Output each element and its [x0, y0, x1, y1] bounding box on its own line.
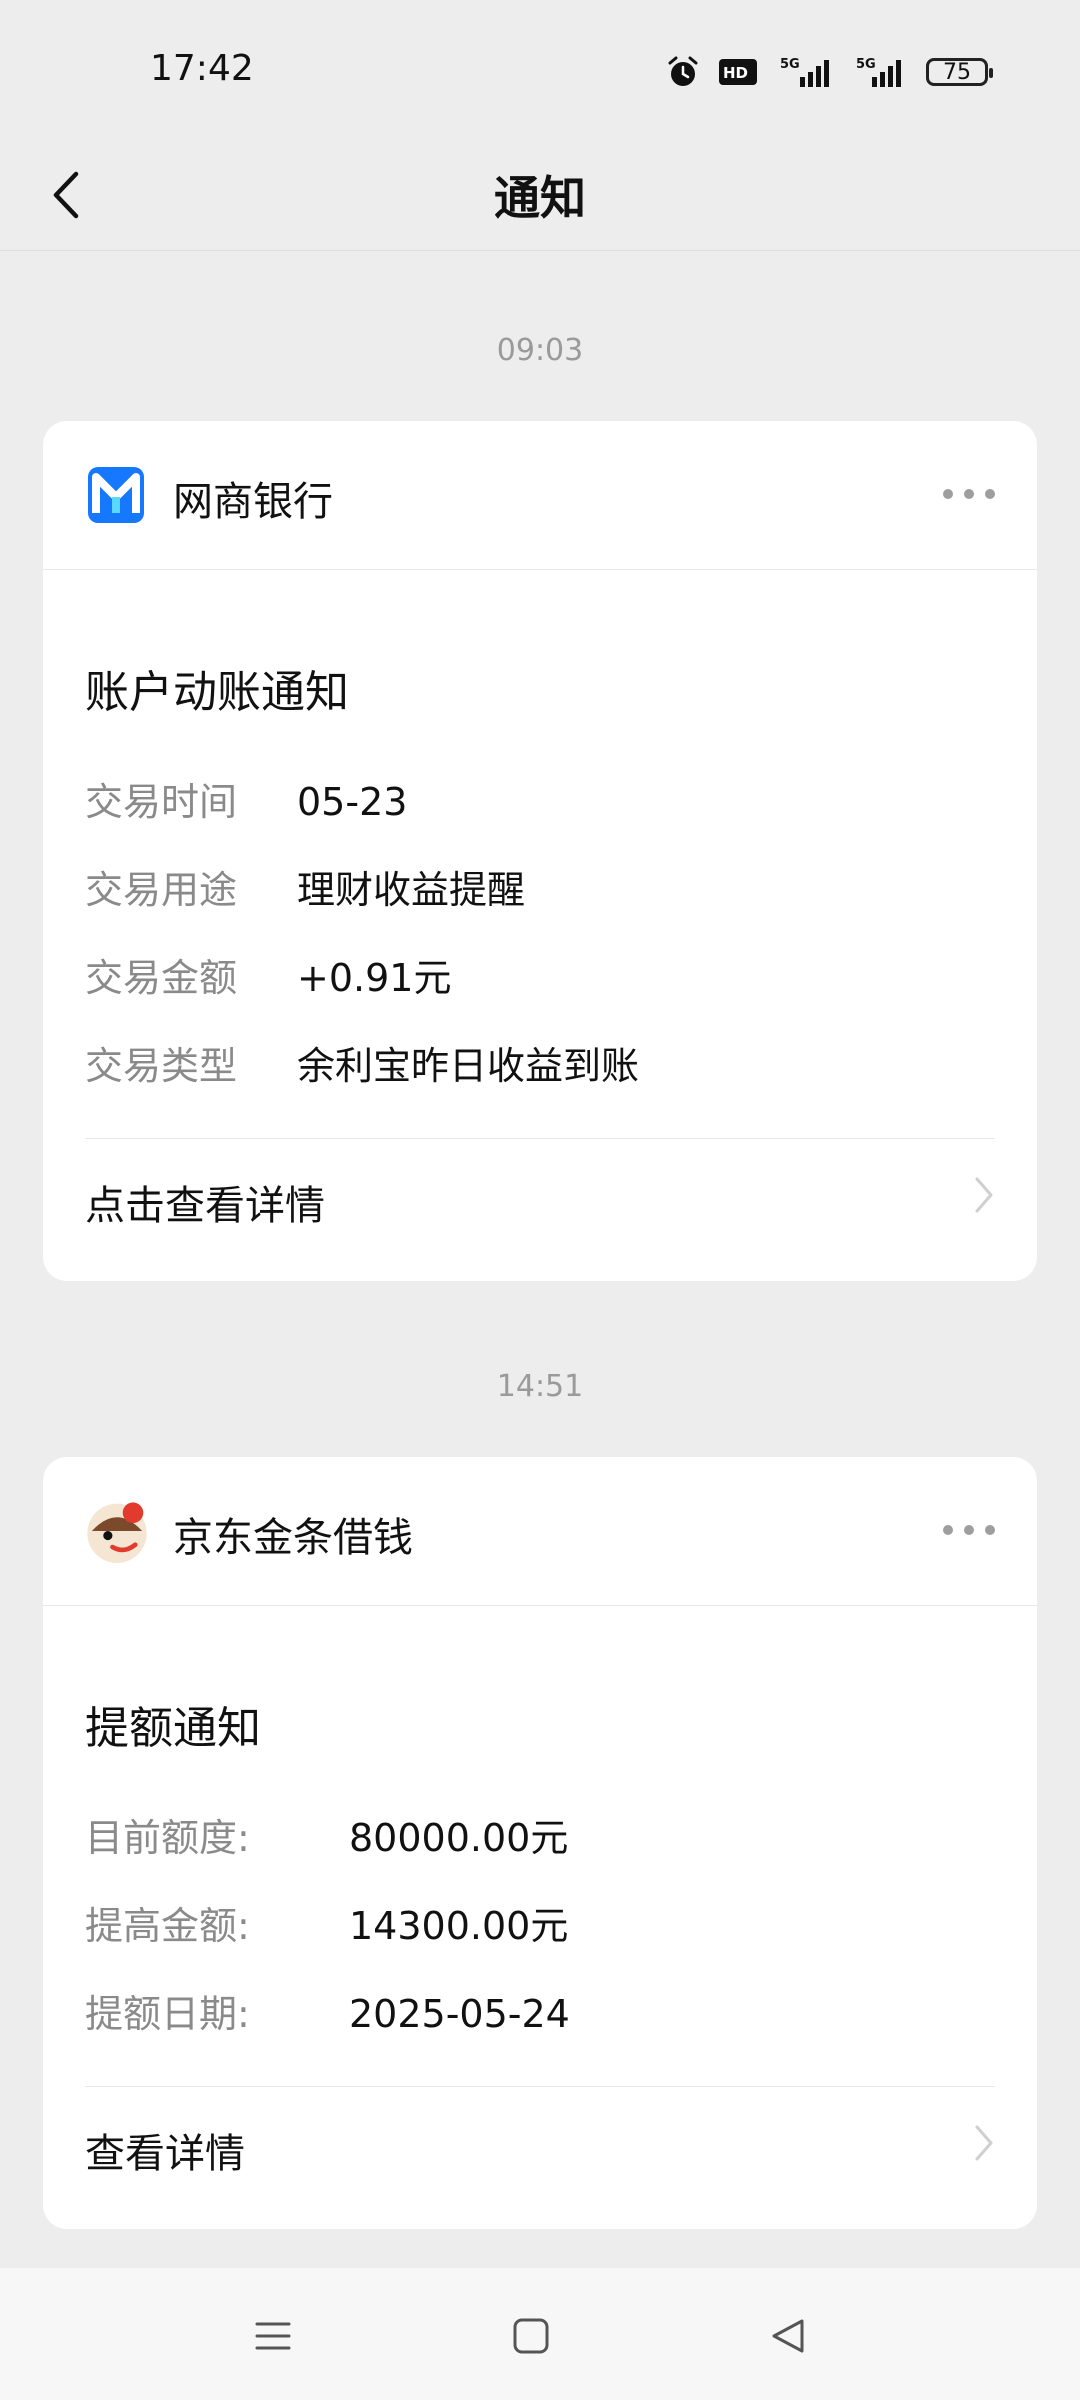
info-label: 交易金额: [85, 956, 238, 1000]
home-square-icon: [513, 2318, 549, 2354]
5g-signal-icon: 5G: [780, 57, 829, 87]
info-row: 交易用途 理财收益提醒: [85, 846, 995, 934]
info-row: 交易类型 余利宝昨日收益到账: [85, 1022, 995, 1110]
info-label: 交易类型: [85, 1044, 238, 1088]
info-label: 交易用途: [85, 868, 238, 912]
alarm-icon: [668, 56, 698, 86]
back-nav-button[interactable]: [760, 2308, 816, 2364]
home-button[interactable]: [503, 2308, 559, 2364]
card-body: 提额通知 目前额度: 80000.00元 提高金额: 14300.00元 提额日…: [43, 1692, 1037, 2205]
notification-card[interactable]: 网商银行 账户动账通知 交易时间 05-23 交易用途 理财收益提醒 交易金额 …: [43, 421, 1037, 1281]
jd-mascot-logo-icon: [87, 1502, 147, 1563]
footer-link-label: 查看详情: [85, 2131, 245, 2177]
footer-link-label: 点击查看详情: [85, 1183, 325, 1229]
dot: [943, 1525, 953, 1535]
view-details-link[interactable]: 点击查看详情: [85, 1138, 995, 1257]
dot: [985, 1525, 995, 1535]
dot: [943, 489, 953, 499]
svg-text:HD: HD: [723, 64, 748, 82]
info-value: 80000.00元: [349, 1816, 569, 1860]
hd-icon: HD: [719, 59, 757, 85]
page-title: 通知: [494, 171, 586, 225]
info-row: 交易金额 +0.91元: [85, 934, 995, 1022]
status-time: 17:42: [150, 48, 254, 89]
svg-text:5G: 5G: [856, 57, 876, 72]
dot: [964, 489, 974, 499]
brand-name: 京东金条借钱: [173, 1515, 413, 1561]
card-header: 京东金条借钱: [43, 1457, 1037, 1606]
card-header: 网商银行: [43, 421, 1037, 570]
info-label: 交易时间: [85, 780, 238, 824]
brand-name: 网商银行: [173, 479, 333, 525]
status-bar: 17:42 HD 5G 5G 75: [0, 0, 1080, 140]
view-details-link[interactable]: 查看详情: [85, 2086, 995, 2205]
info-list: 交易时间 05-23 交易用途 理财收益提醒 交易金额 +0.91元 交易类型 …: [85, 758, 995, 1110]
notification-time: 09:03: [496, 333, 584, 368]
card-body: 账户动账通知 交易时间 05-23 交易用途 理财收益提醒 交易金额 +0.91…: [43, 656, 1037, 1257]
info-value: 14300.00元: [349, 1904, 569, 1948]
chevron-right-icon: [975, 1177, 993, 1213]
notification-time: 14:51: [496, 1369, 584, 1404]
info-value: 余利宝昨日收益到账: [297, 1044, 640, 1088]
system-nav-bar: [0, 2268, 1080, 2400]
notice-title: 账户动账通知: [85, 667, 349, 718]
battery-level: 75: [943, 59, 971, 85]
mybank-logo-icon: [88, 467, 144, 523]
5g-signal-icon: 5G: [856, 57, 901, 87]
info-value: 2025-05-24: [349, 1992, 570, 2036]
info-row: 提额日期: 2025-05-24: [85, 1970, 995, 2058]
info-label: 提高金额:: [85, 1904, 250, 1948]
more-options-button[interactable]: [943, 1525, 995, 1537]
nav-bar: 通知: [0, 140, 1080, 251]
info-list: 目前额度: 80000.00元 提高金额: 14300.00元 提额日期: 20…: [85, 1794, 995, 2058]
menu-icon: [255, 2322, 291, 2350]
svg-text:5G: 5G: [780, 57, 800, 72]
dot: [985, 489, 995, 499]
triangle-back-icon: [772, 2319, 804, 2353]
notification-card[interactable]: 京东金条借钱 提额通知 目前额度: 80000.00元 提高金额: 14300.…: [43, 1457, 1037, 2229]
dot: [964, 1525, 974, 1535]
info-row: 交易时间 05-23: [85, 758, 995, 846]
menu-button[interactable]: [245, 2308, 301, 2364]
chevron-right-icon: [975, 2125, 993, 2161]
notice-title: 提额通知: [85, 1703, 261, 1754]
battery-icon: 75: [926, 58, 993, 86]
info-value: +0.91元: [297, 956, 452, 1000]
info-value: 理财收益提醒: [297, 868, 526, 912]
info-label: 提额日期:: [85, 1992, 250, 2036]
info-row: 目前额度: 80000.00元: [85, 1794, 995, 1882]
status-icons: HD 5G 5G 75: [666, 52, 993, 92]
info-row: 提高金额: 14300.00元: [85, 1882, 995, 1970]
info-label: 目前额度:: [85, 1816, 250, 1860]
info-value: 05-23: [297, 780, 408, 824]
more-options-button[interactable]: [943, 489, 995, 501]
